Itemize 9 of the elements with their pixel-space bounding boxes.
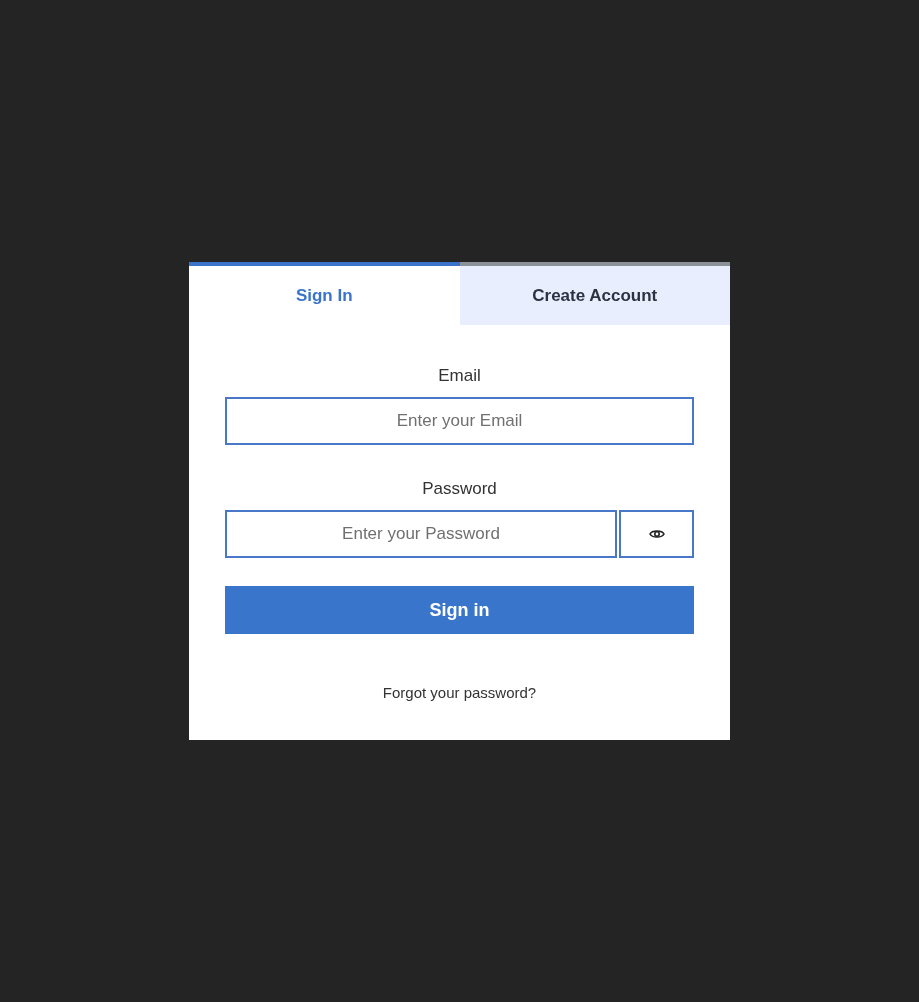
show-password-button[interactable] [619, 510, 694, 558]
email-field[interactable]: Enter your Email [225, 397, 694, 445]
field-label: Password [422, 478, 497, 500]
tab[interactable]: Create Account [459, 262, 730, 325]
forgot-password-link[interactable]: Forgot your password? [382, 683, 537, 703]
sign-in-button[interactable]: Sign in [225, 586, 694, 634]
field-label: Email [438, 365, 481, 387]
password-field[interactable]: Enter your Password [225, 510, 617, 558]
eye-icon [648, 528, 665, 540]
